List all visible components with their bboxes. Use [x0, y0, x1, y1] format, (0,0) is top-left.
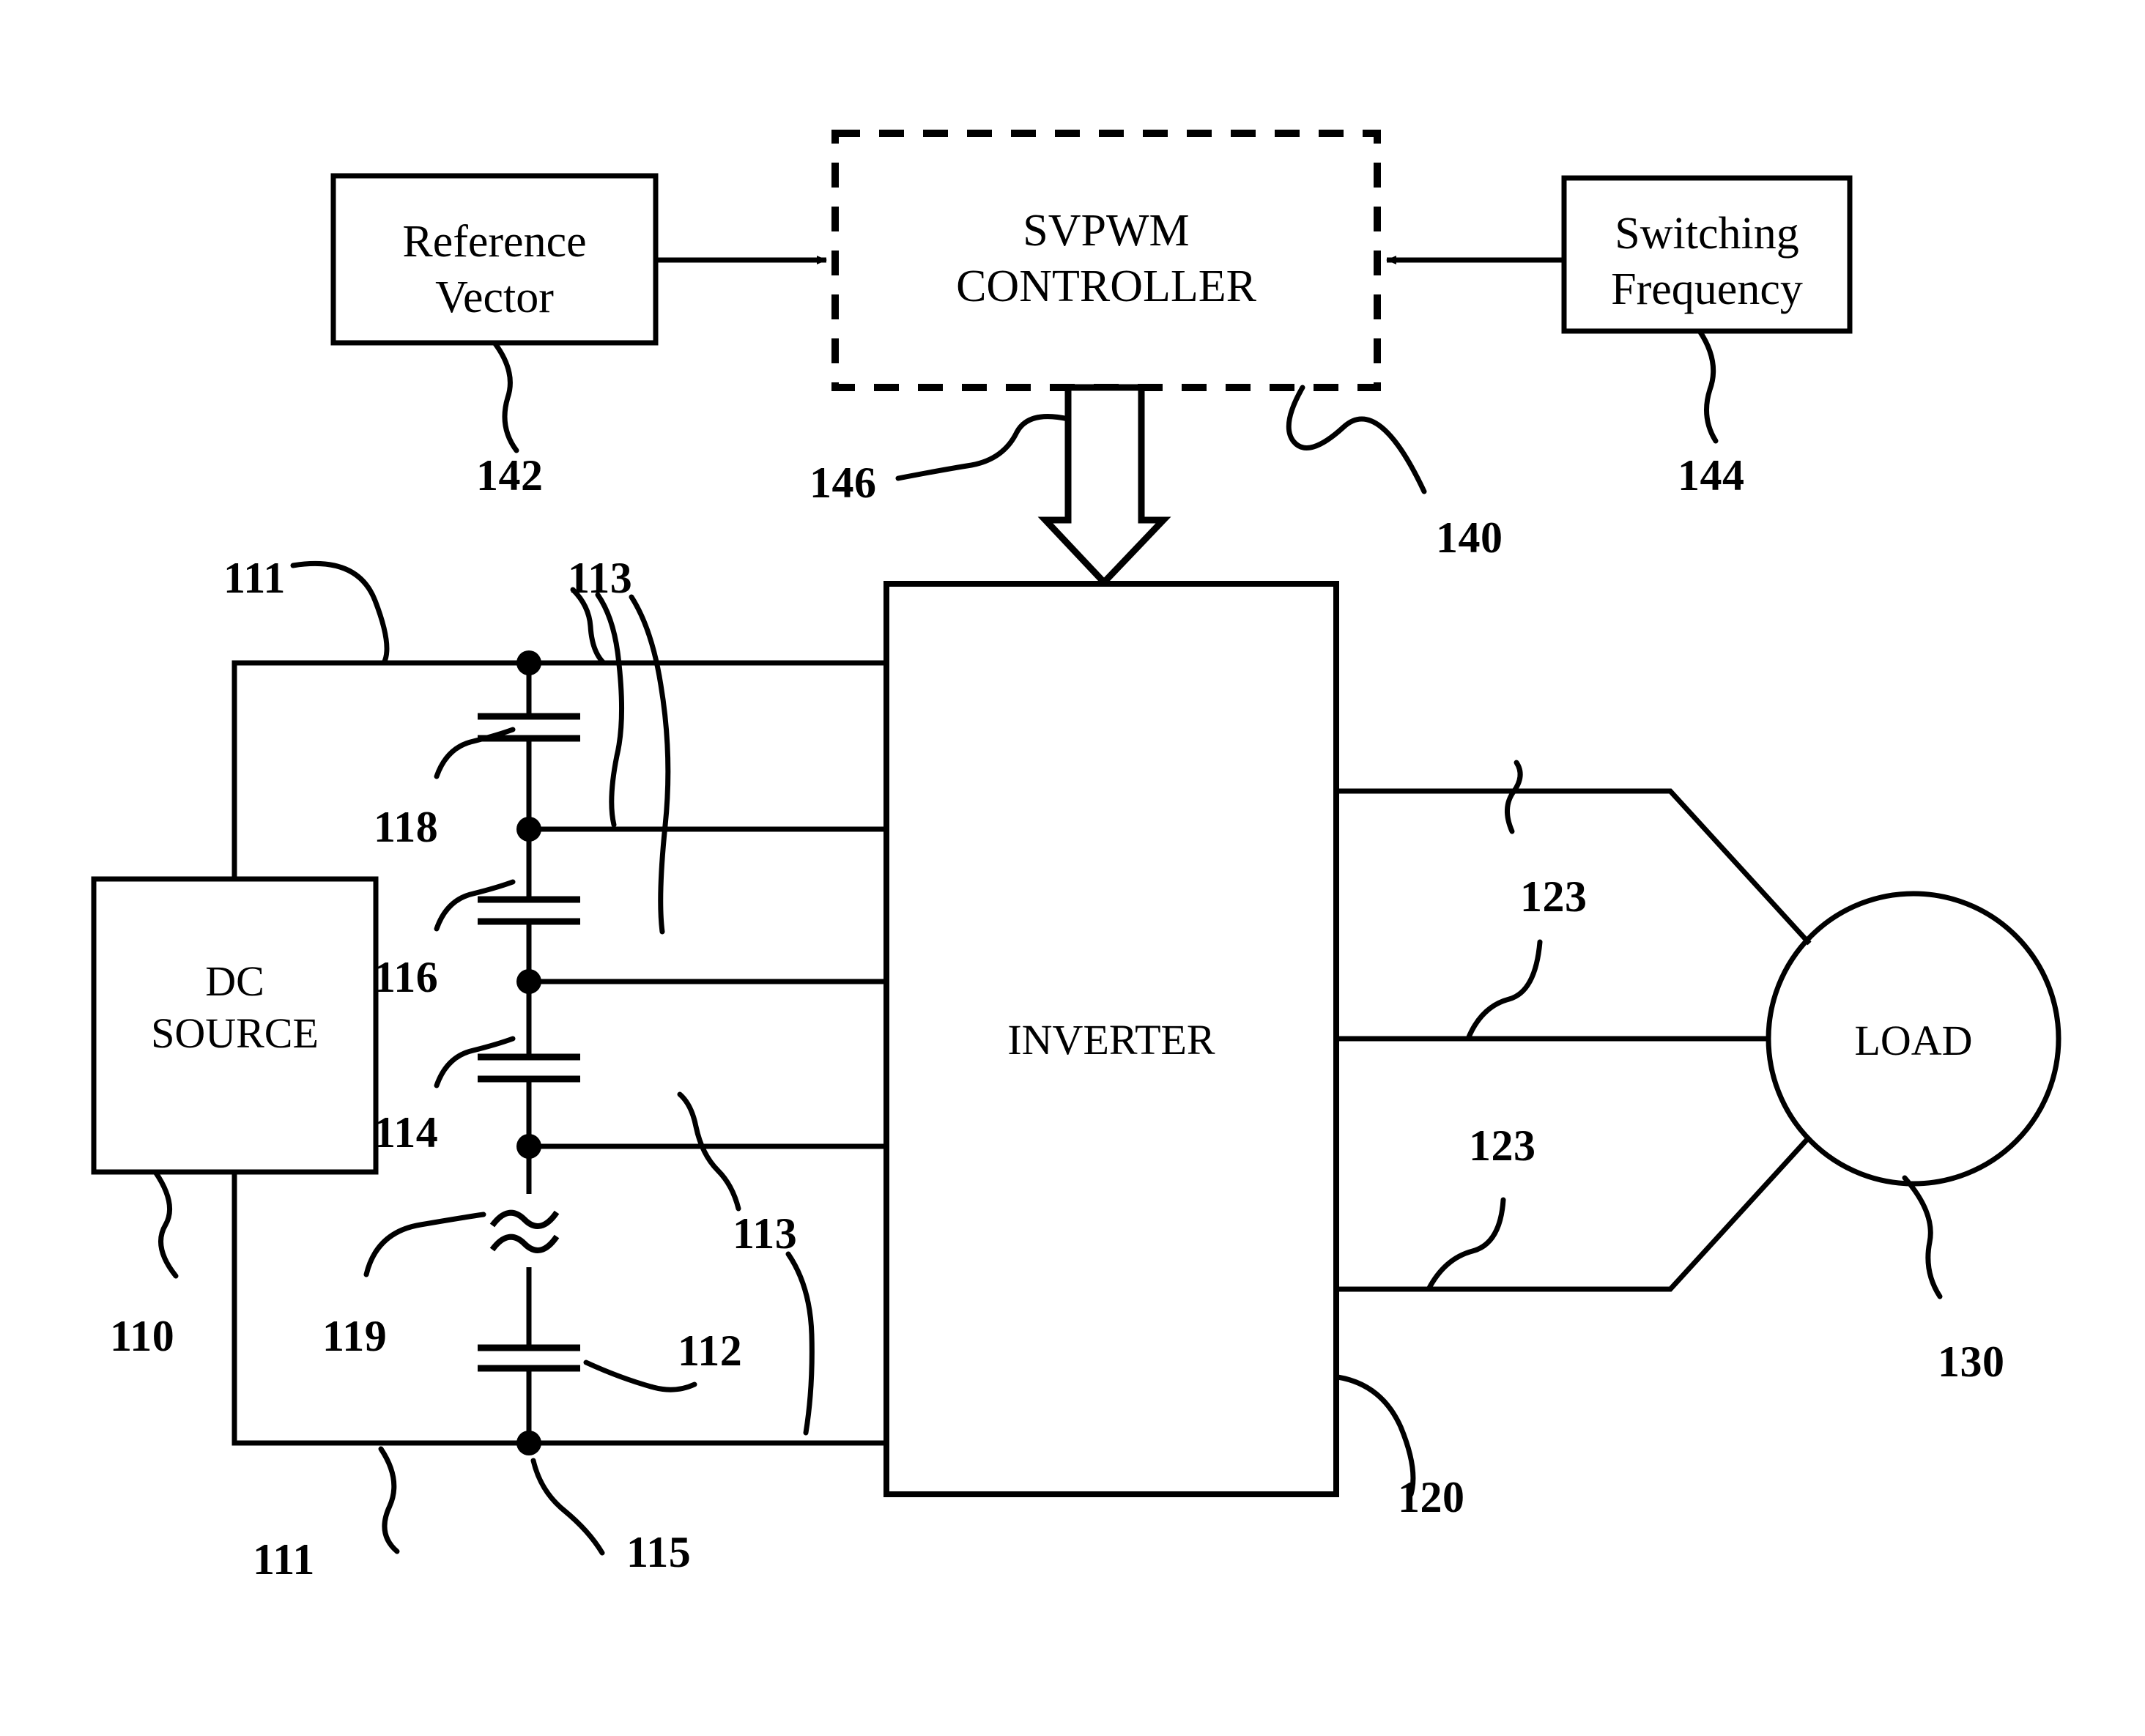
dc-bus-positive-rail	[231, 660, 886, 879]
lead-113-b	[595, 592, 625, 828]
ref-numeral-114: 114	[374, 1108, 439, 1157]
ref-numeral-146: 146	[810, 459, 877, 507]
ref-numeral-115: 115	[626, 1528, 692, 1576]
break-symbol	[489, 1209, 560, 1253]
lead-123-upper-2	[1465, 939, 1543, 1042]
ref-numeral-140: 140	[1436, 513, 1503, 562]
ref-numeral-111-upper: 111	[223, 554, 286, 602]
lead-123-lower	[1426, 1197, 1506, 1292]
reference-vector-block[interactable]	[330, 173, 659, 346]
node-dot-114-mid	[516, 1134, 541, 1159]
lead-110	[152, 1169, 179, 1279]
ref-numeral-123-lower: 123	[1469, 1121, 1536, 1170]
node-dot-118-116	[516, 817, 541, 842]
ref-numeral-144: 144	[1678, 451, 1745, 500]
capacitor-116	[478, 896, 580, 925]
output-phase-c	[1336, 1135, 1812, 1292]
node-dot-116-114	[516, 969, 541, 994]
ref-numeral-110: 110	[110, 1312, 175, 1360]
ref-numeral-123-upper: 123	[1520, 872, 1588, 921]
lead-113-lower-right	[785, 1251, 815, 1436]
lead-111-upper	[290, 560, 390, 666]
ref-numeral-130: 130	[1938, 1338, 2005, 1386]
patent-figure: Reference Vector SVPWM CONTROLLER Switch…	[0, 0, 2145, 1736]
lead-113-c	[629, 594, 671, 935]
ref-numeral-113-lower: 113	[733, 1209, 798, 1258]
ref-numeral-118: 118	[374, 803, 439, 851]
ref-numeral-142: 142	[476, 451, 544, 500]
lead-113-lower	[677, 1091, 741, 1212]
node-dot-positive	[516, 650, 541, 675]
lead-111-lower	[378, 1446, 400, 1554]
ref-numeral-116: 116	[374, 953, 439, 1001]
load-block[interactable]	[1766, 891, 2061, 1187]
lead-140	[1286, 385, 1427, 494]
capacitor-112	[478, 1344, 580, 1372]
svpwm-controller-block[interactable]	[831, 130, 1381, 391]
capacitor-114	[478, 1053, 580, 1083]
lead-130	[1902, 1175, 1943, 1299]
dc-source-block[interactable]	[91, 876, 379, 1175]
node-dot-negative	[516, 1431, 541, 1455]
lead-123-upper	[1505, 760, 1523, 834]
ref-numeral-119: 119	[322, 1312, 388, 1360]
inverter-block[interactable]	[883, 581, 1339, 1497]
figure-canvas	[91, 130, 2061, 1556]
switching-frequency-block[interactable]	[1561, 175, 1853, 334]
lead-146	[895, 414, 1071, 481]
ref-numeral-120: 120	[1398, 1473, 1465, 1521]
ref-numeral-113-upper: 113	[568, 554, 633, 602]
lead-144	[1697, 328, 1719, 444]
ref-numeral-111-lower: 111	[253, 1535, 315, 1584]
lead-142	[492, 340, 519, 453]
lead-115	[530, 1458, 605, 1556]
ref-numeral-112: 112	[678, 1327, 743, 1375]
lead-119	[363, 1212, 486, 1277]
